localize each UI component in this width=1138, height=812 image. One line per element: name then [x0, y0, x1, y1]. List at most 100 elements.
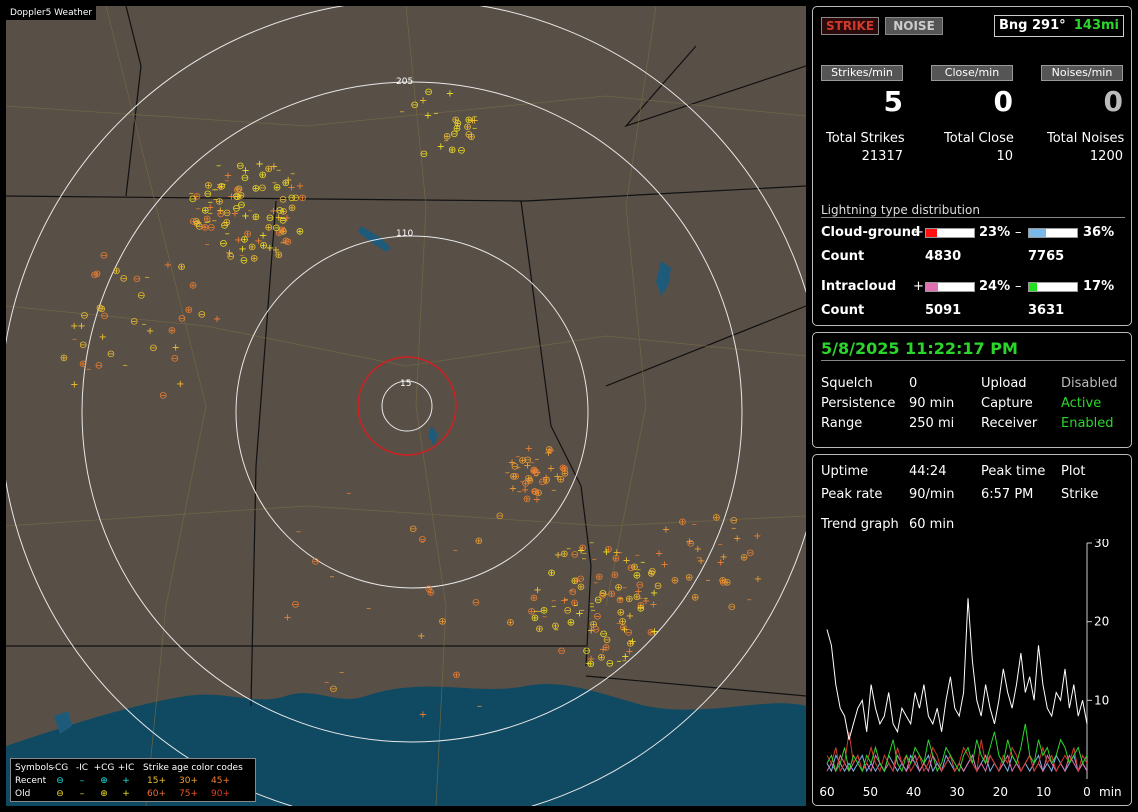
strike-marker: ⊕	[611, 570, 619, 581]
strike-marker: ⊖	[496, 511, 504, 522]
strike-marker: ⊖	[687, 539, 695, 550]
age-30: 30+	[179, 775, 198, 786]
strike-marker: +	[621, 652, 629, 663]
total-strikes-value: 21317	[861, 149, 903, 164]
strike-marker: ⊖	[133, 274, 141, 285]
receiver-value[interactable]: Enabled	[1061, 416, 1114, 431]
strike-stats-panel: STRIKE NOISE Bng 291° 143mi Strikes/min …	[812, 6, 1132, 326]
symbols-legend: Symbols -CG -IC +CG +IC Strike age color…	[10, 758, 256, 802]
range-value[interactable]: 250 mi	[909, 416, 954, 431]
strike-marker: ⊖	[625, 627, 633, 638]
close-per-min-header[interactable]: Close/min	[931, 65, 1013, 81]
strike-marker: +	[284, 175, 292, 186]
strike-marker: ⊕	[288, 203, 296, 214]
strike-button[interactable]: STRIKE	[821, 17, 879, 35]
persistence-value[interactable]: 90 min	[909, 396, 954, 411]
strike-marker: ⊕	[177, 262, 185, 273]
strike-marker: ⊕	[204, 180, 212, 191]
strike-marker: ⊖	[425, 584, 433, 595]
strike-marker: ⊖	[598, 590, 606, 601]
capture-label: Capture	[981, 396, 1033, 411]
ic-plus-sign: +	[913, 279, 924, 294]
noises-per-min-header[interactable]: Noises/min	[1041, 65, 1123, 81]
capture-value[interactable]: Active	[1061, 396, 1101, 411]
legend-recent-label: Recent	[15, 775, 47, 786]
strike-marker: +	[225, 248, 233, 259]
strike-marker: +	[662, 525, 670, 536]
squelch-value[interactable]: 0	[909, 376, 917, 391]
strike-marker: –	[551, 601, 556, 612]
strike-marker: ⊕	[535, 624, 543, 635]
strike-marker: –	[477, 701, 482, 712]
strike-marker: –	[330, 572, 335, 583]
legend-pos-ic-label: +IC	[117, 762, 135, 773]
strike-marker: –	[366, 603, 371, 614]
strike-marker: –	[216, 160, 221, 171]
strike-marker: +	[296, 181, 304, 192]
distribution-title: Lightning type distribution	[821, 203, 1125, 218]
strike-marker: ⊕	[633, 571, 641, 582]
pos-cg-old-icon: ⊕	[100, 788, 108, 799]
strike-marker: +	[525, 444, 533, 455]
strike-marker: ⊖	[241, 173, 249, 184]
strike-marker: ⊕	[597, 653, 605, 664]
strike-marker: +	[634, 587, 642, 598]
bearing-value: Bng 291°	[999, 18, 1066, 33]
strike-marker: ⊕	[506, 618, 514, 629]
strike-marker: ⊕	[215, 197, 223, 208]
strikes-per-min-header[interactable]: Strikes/min	[821, 65, 903, 81]
strike-marker: ⊕	[712, 512, 720, 523]
close-per-min-value: 0	[993, 85, 1013, 118]
lightning-map[interactable]: 205 110 15 ⊕ – – ⊕ ⊖ – ⊕ ⊖ ⊕ – – ⊕ + ⊕ + ⊖ ⊖ ⊕ – + ⊖ + ⊖ – ⊖ ⊖ + – ⊕…	[6, 6, 806, 806]
strike-marker: ⊖	[107, 349, 115, 360]
x-tick-label: 20	[993, 785, 1008, 799]
strike-marker: –	[574, 600, 579, 611]
strike-marker: ⊕	[678, 517, 686, 528]
strike-marker: +	[753, 531, 761, 542]
strike-marker: ⊕	[296, 227, 304, 238]
strike-marker: –	[617, 656, 622, 667]
strike-marker: ⊕	[168, 326, 176, 337]
strike-marker: ⊕	[453, 124, 461, 135]
strike-marker: –	[472, 112, 477, 123]
age-15: 15+	[147, 775, 166, 786]
strike-marker: +	[172, 342, 180, 353]
peak-rate-label: Peak rate	[821, 487, 883, 502]
cg-minus-sign: –	[1015, 225, 1022, 240]
strike-marker: ⊖	[120, 274, 128, 285]
ic-negative-count: 3631	[1028, 303, 1065, 318]
ic-positive-bar	[925, 282, 975, 292]
age-90: 90+	[211, 788, 230, 799]
strike-marker: –	[635, 550, 640, 561]
strike-marker: ⊖	[592, 625, 600, 636]
strike-marker: ⊕	[93, 269, 101, 280]
strike-marker: –	[123, 360, 128, 371]
upload-value[interactable]: Disabled	[1061, 376, 1117, 391]
strike-marker: ⊖	[728, 602, 736, 613]
neg-cg-recent-icon: ⊖	[56, 775, 64, 786]
strike-marker: –	[592, 554, 597, 565]
strike-marker: ⊖	[557, 646, 565, 657]
strike-marker: ⊕	[248, 242, 256, 253]
strike-marker: +	[272, 245, 280, 256]
legend-pos-cg-label: +CG	[93, 762, 115, 773]
total-close-label: Total Close	[944, 131, 1014, 146]
total-close-value: 10	[996, 149, 1013, 164]
strike-marker: ⊕	[60, 353, 68, 364]
strike-marker: –	[706, 575, 711, 586]
strike-marker: –	[221, 179, 226, 190]
strike-marker: ⊕	[448, 145, 456, 156]
strike-marker: –	[72, 334, 77, 345]
noise-button[interactable]: NOISE	[885, 17, 943, 35]
strike-marker: +	[720, 552, 728, 563]
strike-marker: ⊖	[100, 311, 108, 322]
neg-ic-old-icon: –	[79, 788, 85, 799]
plot-value[interactable]: Strike	[1061, 487, 1098, 502]
strike-marker: +	[70, 321, 78, 332]
pos-ic-recent-icon: +	[122, 775, 130, 786]
legend-neg-ic-label: -IC	[75, 762, 89, 773]
strike-marker: ⊖	[409, 524, 417, 535]
range-label: Range	[821, 416, 863, 431]
trend-value[interactable]: 60 min	[909, 517, 954, 532]
strike-marker: ⊕	[567, 618, 575, 629]
